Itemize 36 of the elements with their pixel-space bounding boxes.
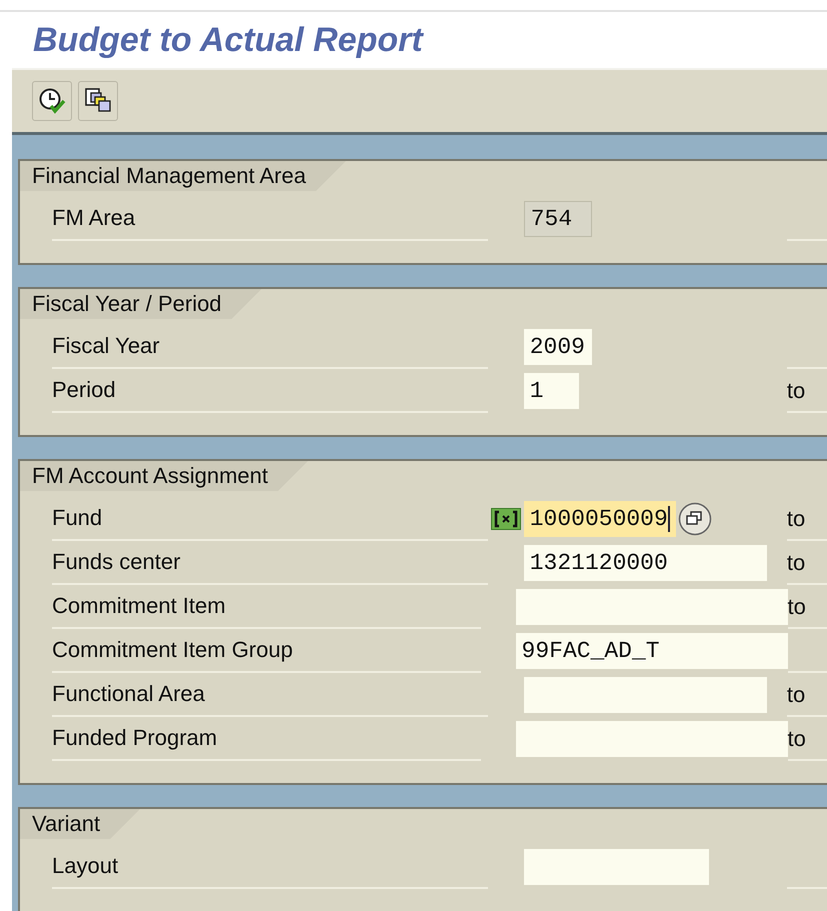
group-title: FM Account Assignment <box>20 461 308 491</box>
group-title: Variant <box>20 809 140 839</box>
input-field[interactable] <box>516 589 788 625</box>
group-title: Fiscal Year / Period <box>20 289 262 319</box>
field-label: Commitment Item Group <box>52 637 293 663</box>
range-to-label: to <box>786 681 806 709</box>
field-label: Funds center <box>52 549 180 575</box>
field-label: Fund <box>52 505 102 531</box>
range-to-label: to <box>786 549 806 577</box>
value-help-button[interactable] <box>678 502 712 536</box>
range-to-label: to <box>786 377 806 405</box>
input-field[interactable] <box>516 721 788 757</box>
range-to-label: to <box>788 593 807 621</box>
field-label: Funded Program <box>52 725 218 751</box>
field-label: Commitment Item <box>52 593 226 619</box>
display-field: 754 <box>524 201 592 237</box>
copy-button[interactable] <box>78 81 118 121</box>
range-to-label: to <box>788 725 807 753</box>
input-field[interactable] <box>524 849 709 885</box>
clock-check-icon <box>38 87 66 115</box>
field-label: FM Area <box>52 205 136 231</box>
input-field[interactable]: 1 <box>524 373 579 409</box>
input-field[interactable]: 99FAC_AD_T <box>516 633 788 669</box>
field-label: Period <box>52 377 116 403</box>
input-field[interactable]: 1321120000 <box>524 545 767 581</box>
group-title: Financial Management Area <box>20 161 346 191</box>
report-title: Budget to Actual Report <box>33 20 423 60</box>
field-label: Functional Area <box>52 681 205 707</box>
multiple-selection-icon[interactable] <box>490 508 521 530</box>
execute-button[interactable] <box>32 81 72 121</box>
input-field[interactable]: 1000050009 <box>524 501 676 537</box>
range-to-label: to <box>786 505 806 533</box>
field-label: Layout <box>52 853 118 879</box>
input-field[interactable]: 2009 <box>524 329 592 365</box>
field-label: Fiscal Year <box>52 333 160 359</box>
input-field[interactable] <box>524 677 767 713</box>
